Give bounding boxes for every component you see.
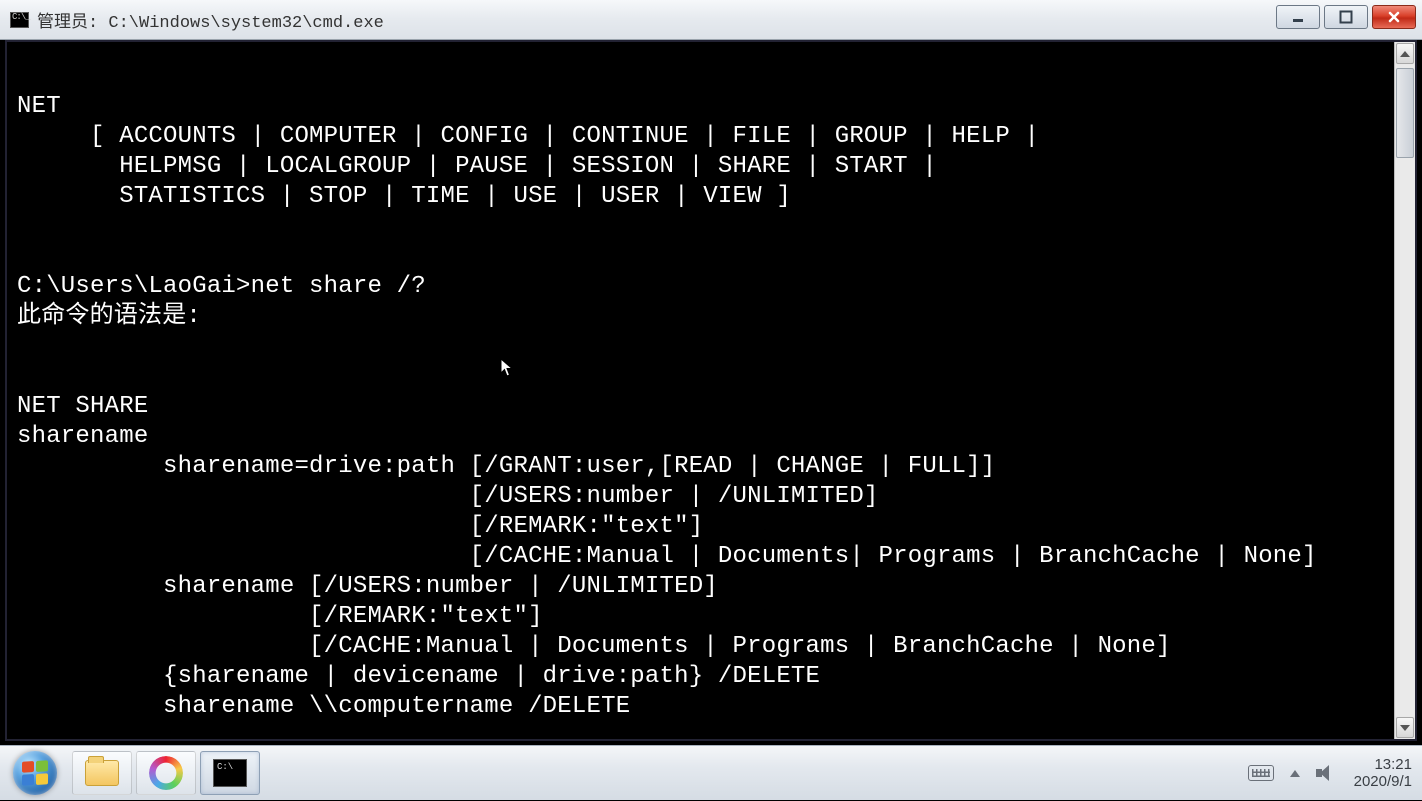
scroll-down-button[interactable]	[1396, 717, 1414, 738]
windows-orb-icon	[13, 751, 57, 795]
window-title-bar: 管理员: C:\Windows\system32\cmd.exe	[0, 0, 1422, 40]
clock-date: 2020/9/1	[1354, 773, 1412, 790]
vertical-scrollbar[interactable]	[1394, 42, 1415, 739]
minimize-button[interactable]	[1276, 5, 1320, 29]
tray-overflow-icon[interactable]	[1290, 770, 1300, 777]
console-output[interactable]: NET [ ACCOUNTS | COMPUTER | CONFIG | CON…	[7, 42, 1394, 739]
keyboard-icon[interactable]	[1248, 765, 1274, 781]
system-tray: 13:21 2020/9/1	[1248, 756, 1422, 790]
window-title: 管理员: C:\Windows\system32\cmd.exe	[37, 7, 384, 33]
scroll-track[interactable]	[1395, 65, 1415, 716]
taskbar-item-color-app[interactable]	[136, 751, 196, 795]
scroll-up-button[interactable]	[1396, 43, 1414, 64]
close-button[interactable]	[1372, 5, 1416, 29]
color-ring-icon	[149, 756, 183, 790]
scroll-thumb[interactable]	[1396, 68, 1414, 158]
start-button[interactable]	[0, 746, 70, 801]
taskbar-item-explorer[interactable]	[72, 751, 132, 795]
clock-time: 13:21	[1354, 756, 1412, 773]
cmd-icon	[213, 759, 247, 787]
clock[interactable]: 13:21 2020/9/1	[1354, 756, 1412, 790]
system-menu-icon[interactable]	[10, 12, 29, 28]
taskbar-item-cmd[interactable]	[200, 751, 260, 795]
taskbar: 13:21 2020/9/1	[0, 745, 1422, 800]
console-window: NET [ ACCOUNTS | COMPUTER | CONFIG | CON…	[5, 40, 1417, 741]
maximize-button[interactable]	[1324, 5, 1368, 29]
folder-icon	[85, 760, 119, 786]
volume-icon[interactable]	[1316, 764, 1334, 782]
